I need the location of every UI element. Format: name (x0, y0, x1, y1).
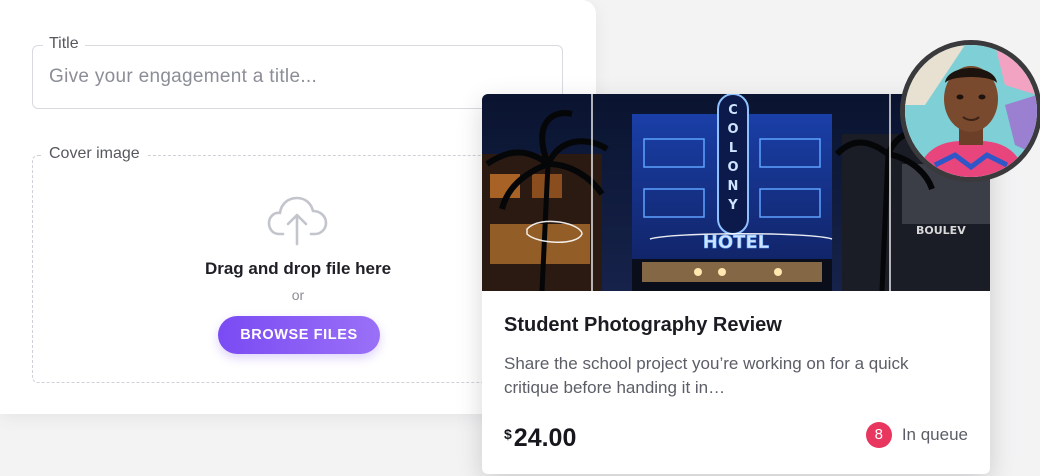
browse-files-button[interactable]: BROWSE FILES (218, 316, 380, 354)
price-currency: $ (504, 426, 512, 442)
user-avatar[interactable] (900, 40, 1040, 182)
card-description: Share the school project you’re working … (504, 354, 909, 397)
price: $24.00 (504, 424, 576, 453)
queue-count-badge: 8 (865, 422, 892, 448)
cloud-upload-icon (267, 194, 329, 251)
title-input[interactable] (47, 46, 551, 108)
cover-image-label: Cover image (43, 145, 146, 163)
price-amount: 24.00 (513, 424, 577, 452)
queue-status: 8 In queue (865, 422, 968, 448)
card-title: Student Photography Review (504, 314, 782, 336)
queue-label: In queue (901, 425, 968, 444)
hotel-sign: HOTEL (703, 232, 769, 253)
boulevard-sign: BOULEV (916, 224, 966, 237)
avatar-portrait (905, 45, 1037, 177)
